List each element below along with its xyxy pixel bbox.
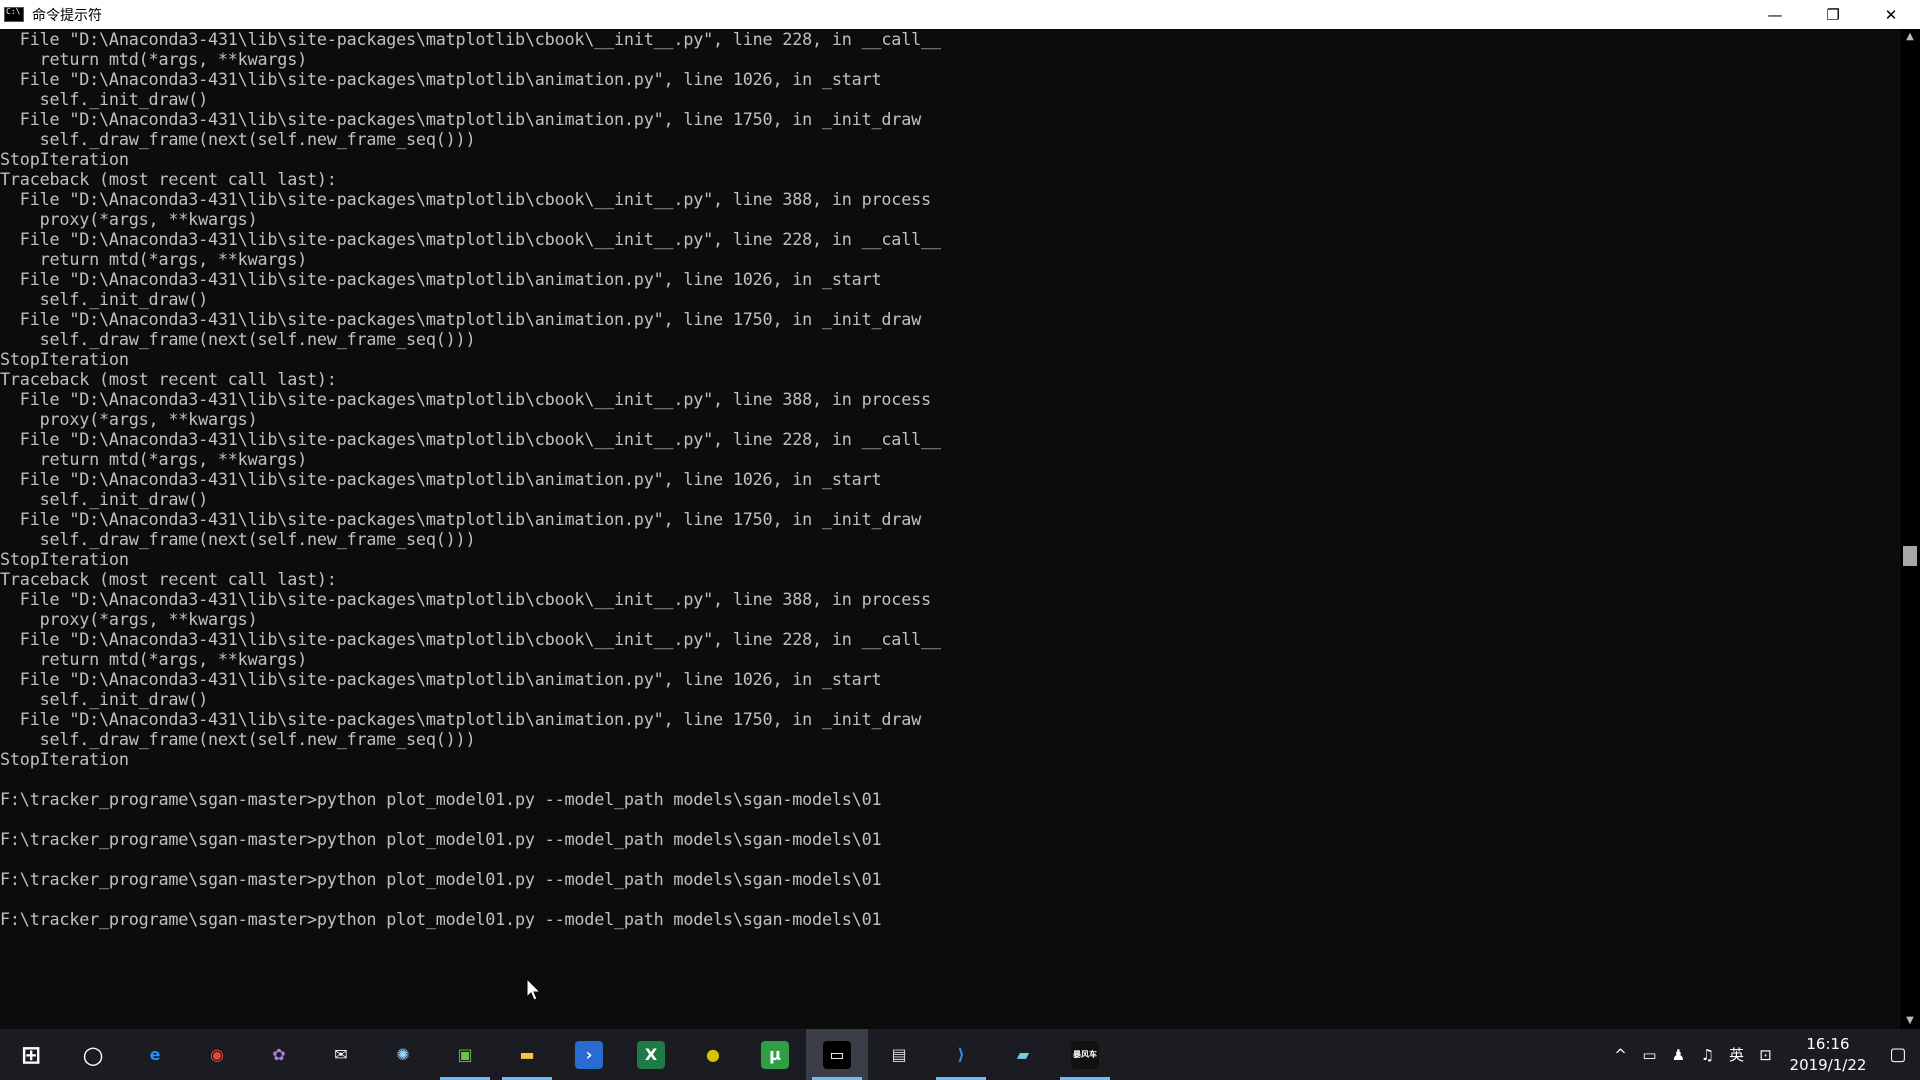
folder-icon: ▬ (519, 1045, 535, 1064)
system-tray: ^ ▭ ♟ ♫ 英 ⊡ 16:16 2019/1/22 ▢ (1606, 1029, 1920, 1080)
vertical-scrollbar[interactable]: ▲ ▼ (1899, 29, 1920, 1029)
close-button[interactable]: ✕ (1862, 0, 1920, 29)
video-app-icon: 暴风车 (1071, 1040, 1099, 1069)
minimize-button[interactable]: — (1746, 0, 1804, 29)
taskbar-app-4[interactable]: ✿ (248, 1029, 310, 1080)
start-button[interactable]: ⊞ (0, 1029, 62, 1080)
restore-button[interactable]: ❐ (1804, 0, 1862, 29)
taskbar-utorrent[interactable]: μ (744, 1029, 806, 1080)
window-controls: — ❐ ✕ (1746, 0, 1920, 29)
scroll-thumb[interactable] (1903, 546, 1917, 566)
taskbar-app-11[interactable]: ● (682, 1029, 744, 1080)
green-globe-icon: ● (706, 1045, 720, 1064)
image-viewer-icon: ▣ (457, 1045, 473, 1064)
taskbar-cmd[interactable]: ▭ (806, 1029, 868, 1080)
search-circle-icon: ○ (82, 1040, 104, 1069)
paint-palette-icon: ✿ (272, 1045, 286, 1064)
scroll-down-arrow-icon[interactable]: ▼ (1904, 1015, 1916, 1027)
console-text: File "D:\Anaconda3-431\lib\site-packages… (0, 29, 941, 929)
pinwheel-icon: ✺ (396, 1045, 410, 1064)
tray-app-icon[interactable]: ♟ (1664, 1029, 1693, 1080)
taskbar-edge[interactable]: e (124, 1029, 186, 1080)
taskbar-mail[interactable]: ✉ (310, 1029, 372, 1080)
terminal-icon: ▭ (823, 1040, 851, 1069)
document-icon: ▤ (891, 1045, 907, 1064)
mouse-cursor-icon (526, 978, 542, 1001)
excel-icon: X (637, 1040, 665, 1069)
input-mode-icon[interactable]: ⊡ (1751, 1029, 1780, 1080)
powershell-icon: › (575, 1040, 603, 1069)
taskbar-app-7[interactable]: ▣ (434, 1029, 496, 1080)
title-bar: 命令提示符 — ❐ ✕ (0, 0, 1920, 29)
utorrent-icon: μ (761, 1040, 789, 1069)
mail-icon: ✉ (334, 1045, 348, 1064)
ime-language-indicator[interactable]: 英 (1722, 1029, 1751, 1080)
clock-time: 16:16 (1806, 1034, 1850, 1053)
taskbar: ⊞ ○ e ◉ ✿ ✉ ✺ ▣ ▬ › X ● μ ▭ ▤ ⟩ ▰ 暴风车 ^ ▭ ♟ ♫ 英 ⊡ 16:16 2… (0, 1029, 1920, 1080)
scroll-up-arrow-icon[interactable]: ▲ (1904, 31, 1916, 43)
window-title: 命令提示符 (32, 7, 102, 24)
tray-chevron-icon[interactable]: ^ (1606, 1029, 1635, 1080)
console-output[interactable]: File "D:\Anaconda3-431\lib\site-packages… (0, 29, 1900, 1029)
edge-icon: e (149, 1045, 161, 1064)
network-icon[interactable]: ▭ (1635, 1029, 1664, 1080)
taskbar-app-17[interactable]: 暴风车 (1054, 1029, 1116, 1080)
windows-logo-icon: ⊞ (20, 1040, 42, 1069)
cmd-icon (4, 7, 24, 22)
volume-icon[interactable]: ♫ (1693, 1029, 1722, 1080)
search-button[interactable]: ○ (62, 1029, 124, 1080)
taskbar-chrome[interactable]: ◉ (186, 1029, 248, 1080)
chrome-icon: ◉ (210, 1045, 224, 1064)
action-center-icon[interactable]: ▢ (1876, 1029, 1920, 1080)
taskbar-app-16[interactable]: ▰ (992, 1029, 1054, 1080)
notepad-icon: ▰ (1016, 1045, 1030, 1064)
taskbar-app-14[interactable]: ▤ (868, 1029, 930, 1080)
taskbar-excel[interactable]: X (620, 1029, 682, 1080)
taskbar-powershell[interactable]: › (558, 1029, 620, 1080)
taskbar-app-6[interactable]: ✺ (372, 1029, 434, 1080)
clock-date: 2019/1/22 (1789, 1055, 1867, 1074)
clock[interactable]: 16:16 2019/1/22 (1788, 1034, 1868, 1076)
taskbar-vscode[interactable]: ⟩ (930, 1029, 992, 1080)
taskbar-explorer[interactable]: ▬ (496, 1029, 558, 1080)
vscode-icon: ⟩ (957, 1045, 965, 1064)
